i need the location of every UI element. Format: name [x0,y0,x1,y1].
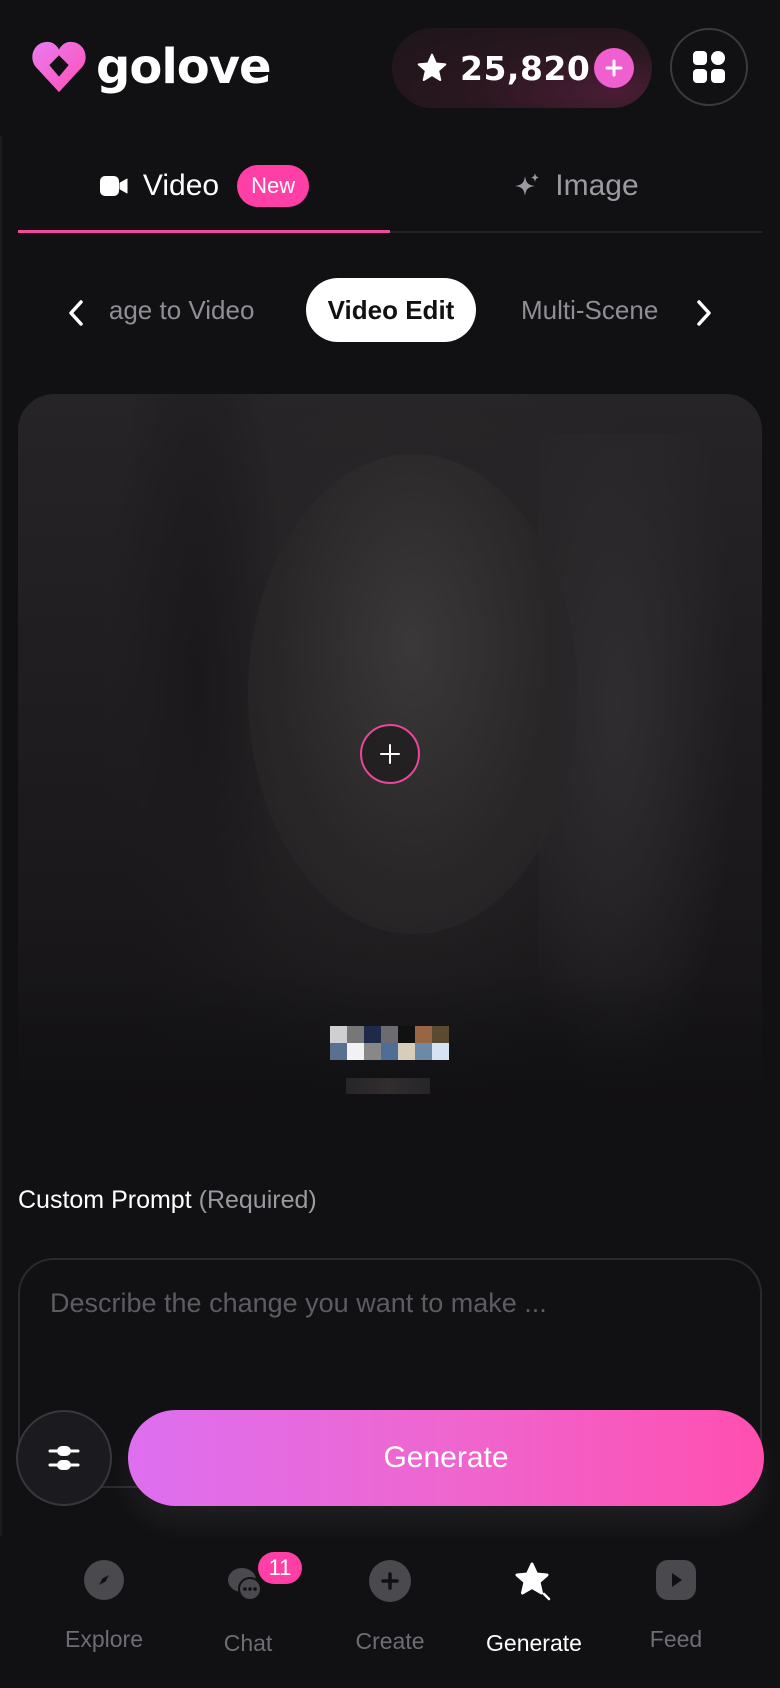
tab-video-label: Video [142,169,220,202]
generate-page: golove 25,820 Video New Image age to Vid… [0,0,780,1688]
mode-scroller: Image to Video Video Edit Multi-Scene [110,278,670,348]
plus-circle-icon [369,1560,411,1602]
nav-create[interactable]: Create [320,1560,460,1670]
chevron-right-icon [697,300,711,326]
mode-prev-button[interactable] [58,295,94,331]
app-logo[interactable]: golove [30,38,272,96]
grid-icon [693,51,725,83]
heart-logo-icon [32,41,86,93]
video-camera-icon [99,176,128,196]
media-type-tabs: Video New Image [18,140,762,234]
generate-button[interactable]: Generate [128,1410,764,1506]
plus-icon [380,744,400,764]
tab-video[interactable]: Video New [18,140,390,232]
active-tab-indicator [18,230,390,233]
compass-icon [84,1560,124,1600]
app-name: golove [96,39,272,95]
nav-feed-label: Feed [649,1626,703,1652]
mode-video-edit[interactable]: Video Edit [306,278,476,342]
generation-settings-button[interactable] [16,1410,112,1506]
nav-explore[interactable]: Explore [34,1560,174,1670]
credits-pill[interactable]: 25,820 [392,28,652,108]
chat-unread-badge: 11 [258,1552,302,1584]
pixelated-caption [346,1078,430,1094]
mode-multi-scene[interactable]: Multi-Scene [521,278,658,342]
tab-image-label: Image [555,169,639,202]
prompt-placeholder: Describe the change you want to make ... [50,1288,547,1318]
plus-icon [605,59,623,77]
play-icon [656,1560,696,1600]
prompt-label: Custom Prompt (Required) [18,1186,317,1215]
upload-button[interactable] [360,724,420,784]
prompt-required-text: (Required) [198,1186,317,1214]
prompt-label-text: Custom Prompt [18,1186,192,1214]
nav-generate-label: Generate [486,1630,582,1656]
video-upload-area[interactable] [18,394,762,1114]
mode-image-to-video[interactable]: Image to Video [110,278,254,342]
add-credits-button[interactable] [594,48,634,88]
bottom-navigation: Explore 11 Chat Create Generate Feed [0,1540,780,1688]
nav-chat[interactable]: 11 Chat [178,1552,318,1670]
credits-balance: 25,820 [460,48,591,88]
apps-menu-button[interactable] [670,28,748,106]
nav-explore-label: Explore [65,1626,143,1652]
sparkle-icon [515,173,540,196]
tab-image[interactable]: Image [390,140,762,232]
sliders-icon [48,1446,80,1470]
chevron-left-icon [69,300,83,326]
app-header: golove 25,820 [0,0,780,136]
mode-next-button[interactable] [686,295,722,331]
nav-chat-label: Chat [223,1630,273,1656]
nav-generate[interactable]: Generate [464,1560,604,1670]
star-icon [417,53,447,81]
nav-create-label: Create [355,1628,425,1654]
sparkle-star-icon [512,1560,556,1604]
preview-image [248,454,578,934]
nav-feed[interactable]: Feed [606,1560,746,1670]
mode-selector: Image to Video Video Edit Multi-Scene [0,278,780,348]
new-badge: New [237,165,310,207]
